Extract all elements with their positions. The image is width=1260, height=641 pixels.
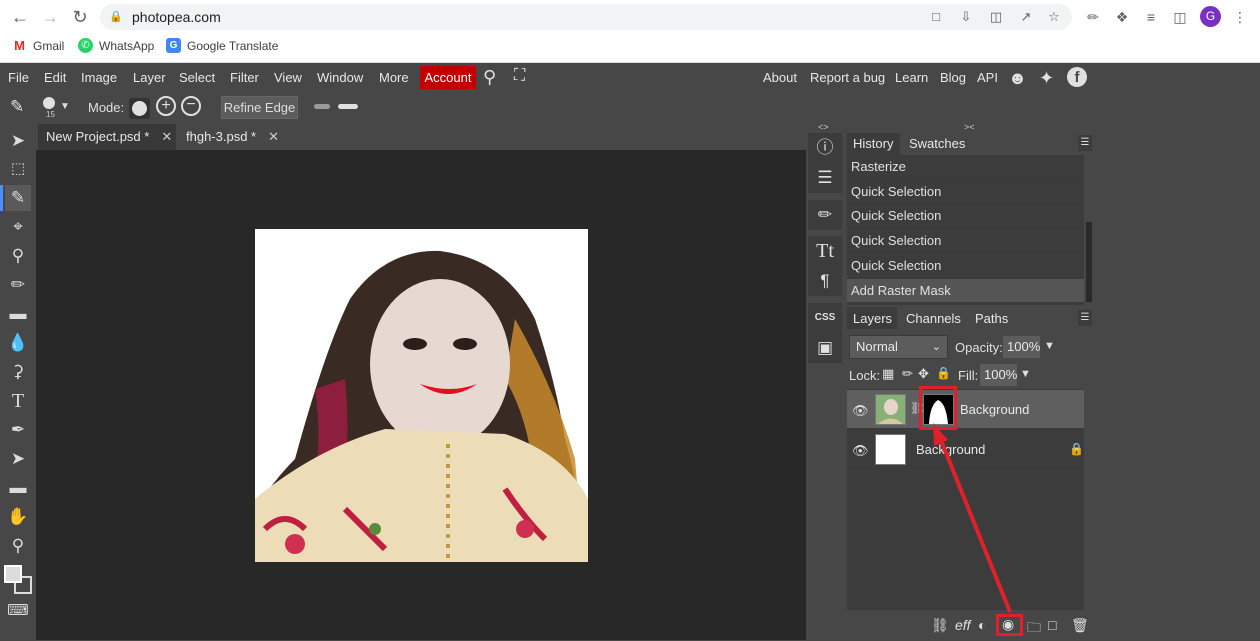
annotation-arrow xyxy=(933,423,1012,613)
